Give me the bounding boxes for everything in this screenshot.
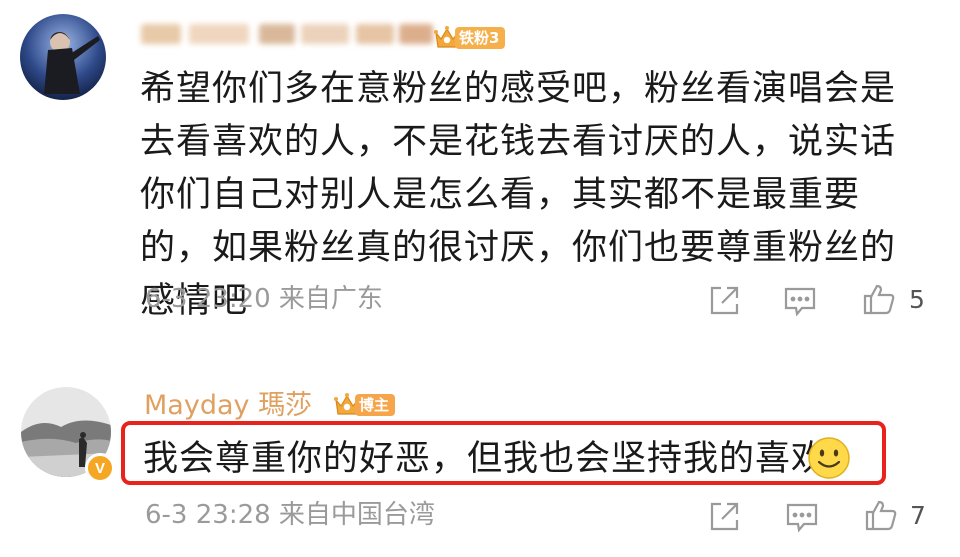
username-blurred[interactable]: [141, 18, 441, 50]
verified-badge-icon: V: [85, 453, 115, 483]
thumbs-up-icon[interactable]: [864, 498, 898, 532]
smile-emoji-icon: [807, 436, 851, 480]
badge-label: 铁粉3: [455, 27, 506, 49]
comment-thread: 铁粉3 希望你们多在意粉丝的感受吧，粉丝看演唱会是去看喜欢的人，不是花钱去看讨厌…: [0, 0, 960, 557]
comment-meta: 6-3 23:20 来自广东: [145, 284, 383, 314]
username[interactable]: Mayday 瑪莎: [144, 389, 312, 423]
like-count: 7: [910, 501, 926, 530]
share-icon[interactable]: [707, 284, 741, 318]
thumbs-up-icon[interactable]: [862, 282, 896, 316]
blogger-badge[interactable]: 博主: [333, 391, 396, 419]
fan-badge[interactable]: 铁粉3: [433, 24, 506, 52]
comment-icon[interactable]: [783, 284, 817, 318]
like-count: 5: [909, 285, 925, 314]
svg-text:V: V: [95, 460, 105, 477]
user-avatar[interactable]: [20, 14, 106, 100]
comment-icon[interactable]: [785, 500, 819, 534]
badge-label: 博主: [355, 394, 396, 416]
share-icon[interactable]: [707, 500, 741, 534]
comment-meta: 6-3 23:28 来自中国台湾: [145, 500, 435, 530]
